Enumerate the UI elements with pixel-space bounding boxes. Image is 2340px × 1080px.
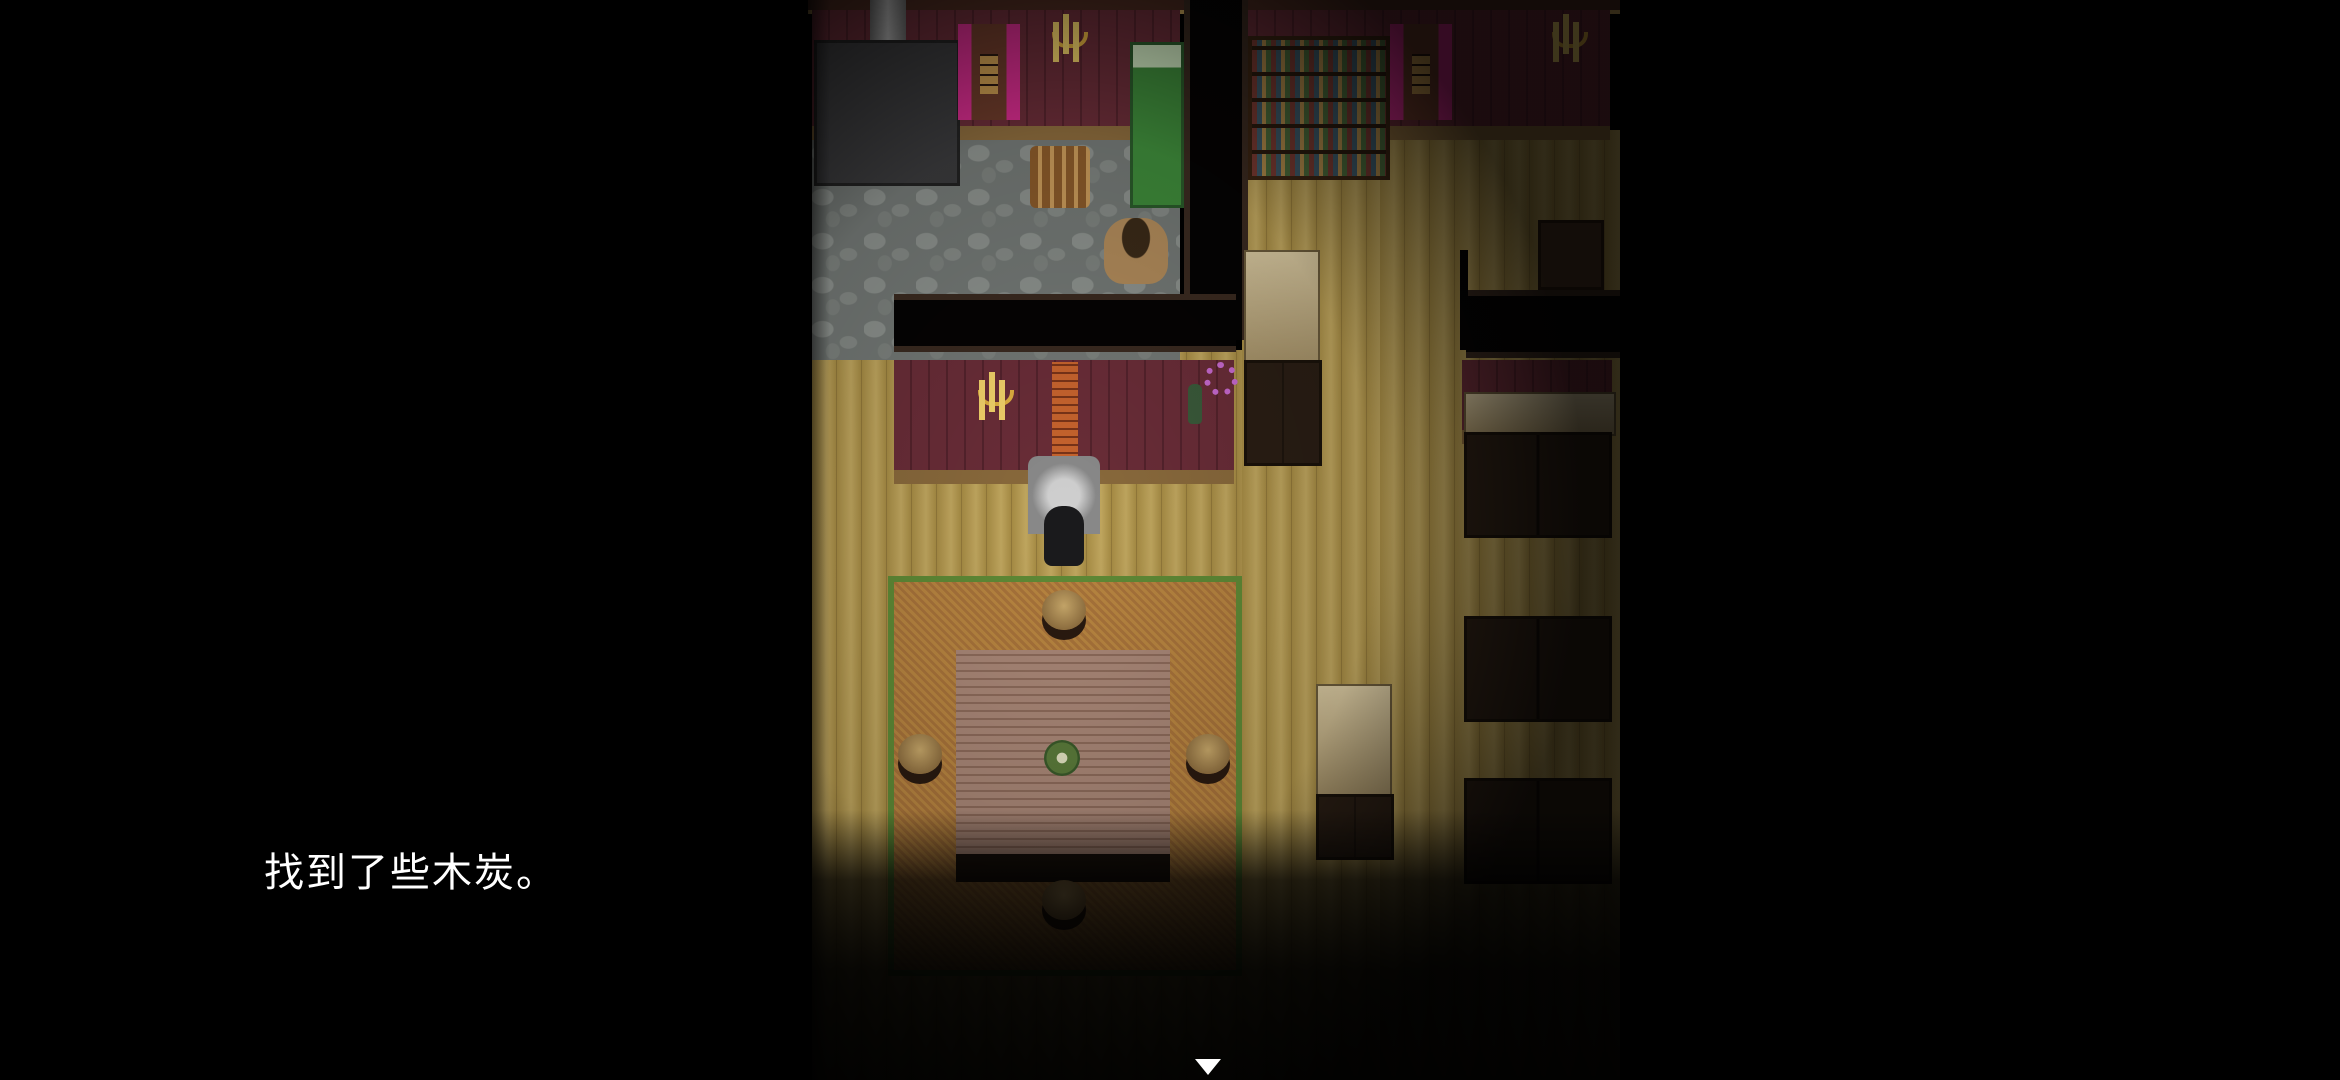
storage-cabinet-1[interactable] xyxy=(1464,432,1612,538)
hall-pillar-lower xyxy=(1316,684,1392,798)
living-room-candle-sconce xyxy=(972,372,1014,418)
flower-wreath xyxy=(1204,362,1238,396)
hall-cabinet-upper xyxy=(1244,360,1322,466)
green-bed[interactable] xyxy=(1130,42,1184,208)
stove[interactable] xyxy=(814,40,960,186)
player-character xyxy=(1044,506,1084,566)
potted-plant xyxy=(1044,740,1080,776)
triangle-down-icon[interactable] xyxy=(1195,1059,1221,1075)
wall-divider-right xyxy=(1466,290,1620,358)
message-text: 找到了些木炭。 xyxy=(264,850,558,896)
wall-divider-right-vertical xyxy=(1460,250,1468,350)
stool-right[interactable] xyxy=(1186,734,1230,774)
storage-shelf-top xyxy=(1464,392,1616,436)
fireplace-chimney xyxy=(1052,362,1078,468)
bookshelf[interactable] xyxy=(1248,36,1390,180)
kitchen-window-curtain xyxy=(958,24,1020,120)
wooden-chair[interactable] xyxy=(1538,220,1604,290)
stool-left[interactable] xyxy=(898,734,942,774)
game-screen[interactable]: 找到了些木炭。 xyxy=(0,0,2340,1080)
wall-divider-horizontal xyxy=(894,294,1236,352)
kitchen-candle-sconce xyxy=(1046,14,1088,60)
stool-top[interactable] xyxy=(1042,590,1086,630)
firewood-pile[interactable] xyxy=(1030,146,1090,208)
hall-pillar-upper xyxy=(1244,250,1320,364)
storage-cabinet-2[interactable] xyxy=(1464,616,1612,722)
woven-basket[interactable] xyxy=(1104,218,1168,284)
hanging-bottle xyxy=(1188,384,1202,424)
wall-divider-vertical xyxy=(1184,0,1248,340)
library-window-curtain xyxy=(1390,24,1452,120)
library-candle-sconce xyxy=(1546,14,1588,60)
